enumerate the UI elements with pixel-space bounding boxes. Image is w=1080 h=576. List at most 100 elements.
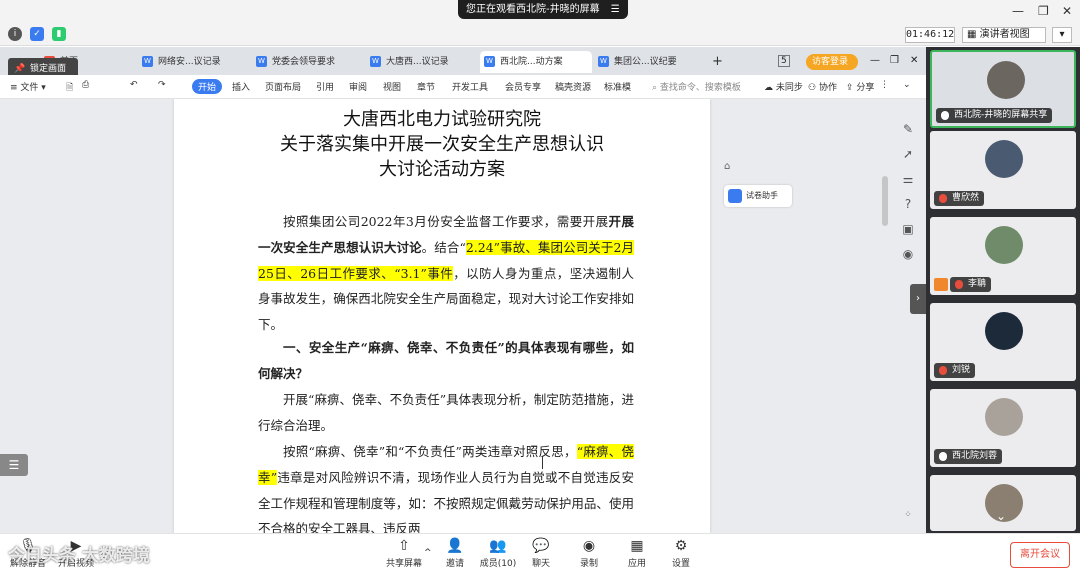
outline-icon[interactable]: ☰ bbox=[0, 454, 28, 476]
participant-tile[interactable]: 西北院-井晓的屏幕共享 bbox=[930, 50, 1076, 128]
exam-helper-icon bbox=[728, 189, 742, 203]
share-options-icon[interactable]: ^ bbox=[424, 548, 432, 558]
wps-close-icon[interactable]: ✕ bbox=[910, 55, 918, 66]
share-button[interactable]: ⇪ 分享 bbox=[846, 80, 874, 93]
tab-datang-meeting[interactable]: W 大唐西...议记录 bbox=[366, 51, 478, 73]
document-page[interactable]: 大唐西北电力试验研究院 关于落实集中开展一次安全生产思想认识 大讨论活动方案 按… bbox=[174, 99, 710, 533]
signal-icon[interactable]: ▮ bbox=[52, 27, 66, 41]
ribbon-tab-section[interactable]: 章节 bbox=[417, 80, 435, 93]
more-options-icon[interactable]: ⋮ bbox=[880, 80, 889, 90]
tab-party-committee[interactable]: W 党委会领导要求 bbox=[252, 51, 364, 73]
sync-status[interactable]: ☁ 未同步 bbox=[764, 80, 803, 93]
ribbon-tab-member[interactable]: 会员专享 bbox=[505, 80, 541, 93]
ribbon-tab-templates[interactable]: 标准模 bbox=[604, 80, 631, 93]
leave-meeting-button[interactable]: 离开会议 bbox=[1010, 542, 1070, 568]
save-icon[interactable]: 🗎 bbox=[66, 80, 73, 96]
wps-window: W首页 W网络安...议记录 W党委会领导要求 W大唐西...议记录 W西北院.… bbox=[0, 47, 926, 576]
ribbon-tab-start[interactable]: 开始 bbox=[192, 79, 223, 94]
avatar bbox=[985, 140, 1023, 178]
apps-label: 应用 bbox=[627, 559, 646, 569]
tab-network-security[interactable]: W 网络安...议记录 bbox=[138, 51, 250, 73]
participant-name: 李聃 bbox=[968, 279, 987, 289]
participant-name: 刘锐 bbox=[952, 365, 971, 375]
ribbon-collapse-icon[interactable]: ⌄ bbox=[903, 80, 911, 90]
chat-button[interactable]: 💬 聊天 bbox=[526, 538, 556, 569]
settings-label: 设置 bbox=[671, 559, 690, 569]
minimize-icon[interactable]: — bbox=[1012, 4, 1024, 18]
tab-group-minutes[interactable]: W 集团公...议纪要 bbox=[594, 51, 706, 73]
ribbon-tab-insert[interactable]: 插入 bbox=[232, 80, 250, 93]
vertical-scrollbar[interactable] bbox=[880, 171, 890, 533]
collaborate-button[interactable]: ⚇ 协作 bbox=[808, 80, 837, 93]
location-icon[interactable]: ◉ bbox=[896, 244, 920, 264]
scroll-thumb[interactable] bbox=[882, 176, 888, 226]
presenter-view-button[interactable]: ▦ 演讲者视图 bbox=[962, 27, 1046, 43]
select-icon[interactable]: ➚ bbox=[896, 144, 920, 164]
share-screen-label: 共享屏幕 bbox=[385, 559, 422, 569]
settings-button[interactable]: ⚙ 设置 bbox=[666, 538, 696, 569]
ribbon-tab-reference[interactable]: 引用 bbox=[316, 80, 334, 93]
wps-restore-icon[interactable]: ❐ bbox=[890, 55, 899, 66]
command-search-placeholder: 查找命令、搜索模板 bbox=[659, 83, 741, 93]
restore-icon[interactable]: ❐ bbox=[1038, 4, 1049, 18]
panel-toggle-icon[interactable]: ⌂ bbox=[724, 161, 730, 172]
participant-tile[interactable]: 曹欣然 bbox=[930, 131, 1076, 209]
participant-tile[interactable]: 李聃 bbox=[930, 217, 1076, 295]
sync-label: 未同步 bbox=[775, 83, 803, 93]
ribbon-tab-resources[interactable]: 稿壳资源 bbox=[555, 80, 591, 93]
mic-muted-icon bbox=[939, 194, 947, 203]
doc-title-line: 大唐西北电力试验研究院 bbox=[343, 109, 541, 130]
mic-muted-icon bbox=[955, 280, 963, 289]
ribbon-bar: ≡ 文件 ▾ 🗎 ⎙ ↶ ↷ 开始 插入 页面布局 引用 审阅 视图 章节 开发… bbox=[0, 75, 926, 99]
info-icon[interactable]: i bbox=[8, 27, 22, 41]
meeting-topbar: 您正在观看西北院-井晓的屏幕 ☰ i ✓ ▮ — ❐ ✕ 01:46:12 ▦ … bbox=[0, 0, 1080, 46]
invite-button[interactable]: 👤 邀请 bbox=[440, 538, 470, 569]
help-icon[interactable]: ? bbox=[896, 194, 920, 214]
participant-name-tag: 西北院-井晓的屏幕共享 bbox=[936, 108, 1053, 123]
menu-icon[interactable]: ☰ bbox=[611, 4, 620, 15]
document-tabbar: W首页 W网络安...议记录 W党委会领导要求 W大唐西...议记录 W西北院.… bbox=[0, 47, 926, 75]
ribbon-tab-devtools[interactable]: 开发工具 bbox=[452, 80, 488, 93]
collaborate-label: 协作 bbox=[818, 83, 837, 93]
avatar bbox=[987, 61, 1025, 99]
workspace-icon[interactable]: 5 bbox=[778, 55, 790, 67]
command-search[interactable]: ⌕ 查找命令、搜索模板 bbox=[652, 80, 741, 93]
participant-name-tag: 刘锐 bbox=[934, 363, 976, 378]
share-screen-button[interactable]: ⇧ 共享屏幕 bbox=[382, 538, 426, 569]
tab-activity-plan[interactable]: W 西北院...动方案 bbox=[480, 51, 592, 73]
pen-icon[interactable]: ✎ bbox=[896, 119, 920, 139]
guest-login-button[interactable]: 访客登录 bbox=[806, 54, 858, 70]
doc-title-line: 关于落实集中开展一次安全生产思想认识 bbox=[280, 134, 604, 155]
members-icon: 👥 bbox=[489, 538, 507, 554]
image-icon[interactable]: ▣ bbox=[896, 219, 920, 239]
host-badge-icon bbox=[934, 278, 948, 291]
undo-icon[interactable]: ↶ bbox=[130, 80, 138, 90]
grid-icon[interactable]: ⁘ bbox=[896, 505, 920, 525]
exam-helper-button[interactable]: 试卷助手 bbox=[724, 185, 792, 207]
ribbon-tab-review[interactable]: 审阅 bbox=[349, 80, 367, 93]
view-dropdown-icon[interactable]: ▾ bbox=[1052, 27, 1072, 43]
doc-title-line: 大讨论活动方案 bbox=[379, 159, 505, 180]
sidebar-collapse-button[interactable]: › bbox=[910, 284, 926, 314]
new-tab-icon[interactable]: + bbox=[712, 54, 723, 69]
file-menu[interactable]: ≡ 文件 ▾ bbox=[10, 80, 46, 93]
participant-tile[interactable]: 刘锐 bbox=[930, 303, 1076, 381]
participant-tile[interactable]: ⌄ bbox=[930, 475, 1076, 531]
watermark: 今日头条 大数跨境 bbox=[8, 546, 150, 566]
adjust-icon[interactable]: ⚌ bbox=[896, 169, 920, 189]
participant-tile[interactable]: 西北院刘蓉 bbox=[930, 389, 1076, 467]
apps-button[interactable]: ▦ 应用 bbox=[622, 538, 652, 569]
participant-sidebar: 西北院-井晓的屏幕共享 曹欣然 李聃 刘锐 西北院刘蓉 ⌄ bbox=[926, 47, 1080, 533]
members-button[interactable]: 👥 成员(10) bbox=[478, 538, 518, 569]
participant-name-tag: 西北院刘蓉 bbox=[934, 449, 1003, 464]
close-icon[interactable]: ✕ bbox=[1062, 4, 1072, 18]
redo-icon[interactable]: ↷ bbox=[158, 80, 166, 90]
shield-icon[interactable]: ✓ bbox=[30, 27, 44, 41]
ribbon-tab-layout[interactable]: 页面布局 bbox=[265, 80, 301, 93]
scroll-down-icon[interactable]: ⌄ bbox=[996, 509, 1006, 523]
ribbon-tab-view[interactable]: 视图 bbox=[383, 80, 401, 93]
participant-name: 曹欣然 bbox=[952, 193, 980, 203]
print-icon[interactable]: ⎙ bbox=[82, 80, 89, 90]
record-button[interactable]: ◉ 录制 bbox=[574, 538, 604, 569]
wps-minimize-icon[interactable]: — bbox=[870, 55, 880, 66]
